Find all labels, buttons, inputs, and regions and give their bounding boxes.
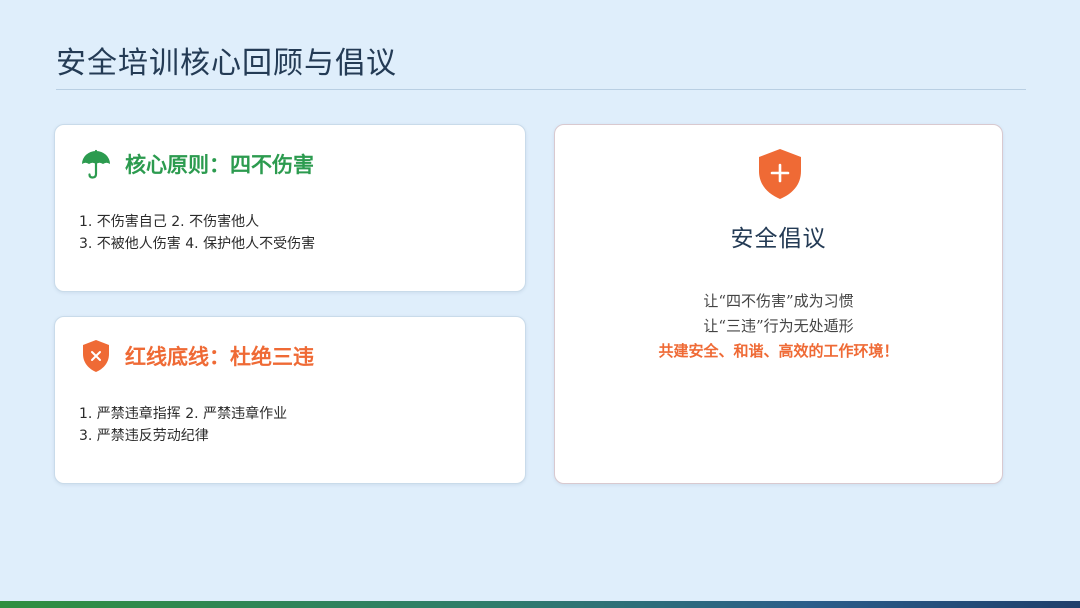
shield-x-icon	[79, 339, 113, 373]
proposal-line-1: 让“四不伤害”成为习惯	[703, 292, 854, 310]
proposal-title: 安全倡议	[730, 226, 827, 252]
title-divider	[56, 89, 1026, 90]
principle-line-1: 1. 不伤害自己 2. 不伤害他人	[79, 214, 260, 230]
redline-list: 1. 严禁违章指挥 2. 严禁违章作业 3. 严禁违反劳动纪律	[79, 403, 287, 447]
redline-line-2: 3. 严禁违反劳动纪律	[79, 428, 209, 444]
principle-card-header: 核心原则：四不伤害	[79, 147, 314, 181]
principle-heading: 核心原则：四不伤害	[125, 152, 314, 177]
redline-line-1: 1. 严禁违章指挥 2. 严禁违章作业	[79, 406, 288, 422]
proposal-line-2: 让“三违”行为无处遁形	[703, 317, 854, 335]
principle-list: 1. 不伤害自己 2. 不伤害他人 3. 不被他人伤害 4. 保护他人不受伤害	[79, 211, 315, 255]
redline-card: 红线底线：杜绝三违 1. 严禁违章指挥 2. 严禁违章作业 3. 严禁违反劳动纪…	[54, 316, 526, 484]
proposal-line-3: 共建安全、和谐、高效的工作环境！	[658, 342, 899, 360]
shield-plus-icon	[757, 148, 803, 200]
page-title: 安全培训核心回顾与倡议	[56, 46, 397, 81]
redline-card-header: 红线底线：杜绝三违	[79, 339, 314, 373]
redline-heading: 红线底线：杜绝三违	[125, 344, 314, 369]
principle-card: 核心原则：四不伤害 1. 不伤害自己 2. 不伤害他人 3. 不被他人伤害 4.…	[54, 124, 526, 292]
bottom-accent-bar	[0, 601, 1080, 608]
proposal-text: 让“四不伤害”成为习惯 让“三违”行为无处遁形 共建安全、和谐、高效的工作环境！	[555, 289, 1002, 364]
principle-line-2: 3. 不被他人伤害 4. 保护他人不受伤害	[79, 236, 316, 252]
proposal-card: 安全倡议 让“四不伤害”成为习惯 让“三违”行为无处遁形 共建安全、和谐、高效的…	[554, 124, 1003, 484]
umbrella-icon	[79, 147, 113, 181]
